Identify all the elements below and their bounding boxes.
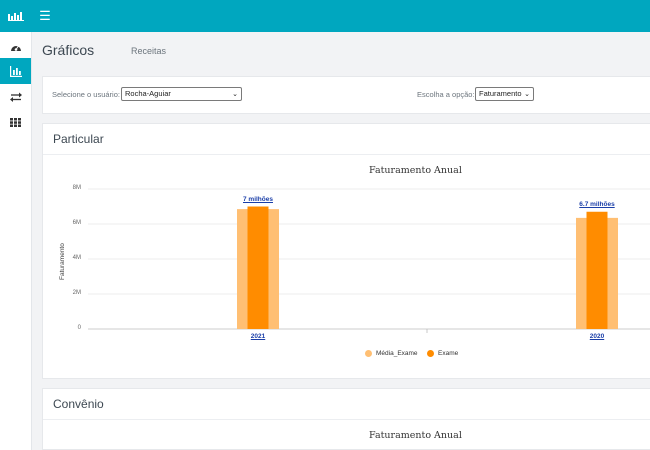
- data-label: 6.7 milhões: [579, 201, 615, 208]
- user-select-label: Selecione o usuário:: [52, 90, 120, 99]
- chevron-down-icon: ⌄: [524, 91, 530, 98]
- sidebar-item-charts[interactable]: [0, 58, 31, 84]
- user-select[interactable]: Rocha-Aguiar ⌄: [121, 87, 242, 101]
- option-select-label: Escolha a opção:: [417, 90, 475, 99]
- bar-chart-plot: [88, 188, 650, 333]
- top-bar: ☰: [0, 0, 650, 32]
- logo-icon: [8, 12, 24, 21]
- legend-swatch: [365, 350, 372, 357]
- option-select-value: Faturamento: [479, 89, 522, 98]
- chart-card-particular: Particular Faturamento Anual 8M 6M 4M 2M…: [42, 123, 650, 379]
- legend-label: Média_Exame: [376, 350, 418, 357]
- legend-item-exame[interactable]: Exame: [427, 350, 458, 357]
- app-logo[interactable]: [0, 0, 32, 32]
- bar-exame[interactable]: [586, 211, 608, 329]
- card-title: Convênio: [53, 397, 104, 411]
- page-title: Gráficos: [42, 42, 95, 58]
- hamburger-menu-icon[interactable]: ☰: [36, 6, 54, 26]
- legend-label: Exame: [438, 350, 459, 357]
- sidebar: [0, 32, 32, 450]
- page-subtitle: Receitas: [131, 46, 167, 56]
- filter-card: Selecione o usuário: Rocha-Aguiar ⌄ Esco…: [42, 76, 650, 114]
- data-label: 7 milhões: [243, 196, 273, 203]
- x-category-label[interactable]: 2021: [238, 333, 278, 340]
- bar-exame[interactable]: [247, 206, 269, 330]
- x-category-label[interactable]: 2020: [577, 333, 617, 340]
- bar-chart-icon: [9, 65, 22, 77]
- sidebar-item-apps[interactable]: [0, 109, 31, 135]
- page-header: Gráficos Receitas: [32, 32, 650, 68]
- grid-icon: [10, 117, 21, 127]
- chevron-down-icon: ⌄: [232, 91, 238, 98]
- sidebar-item-dashboard[interactable]: [0, 34, 31, 60]
- dashboard-icon: [10, 45, 21, 51]
- user-select-value: Rocha-Aguiar: [125, 89, 171, 98]
- chart-card-convenio: Convênio Faturamento Anual: [42, 388, 650, 450]
- legend-swatch: [427, 350, 434, 357]
- chart-title: Faturamento Anual: [369, 430, 462, 441]
- card-divider: [43, 419, 650, 420]
- legend-item-media-exame[interactable]: Média_Exame: [365, 350, 418, 357]
- sidebar-item-transfers[interactable]: [0, 84, 31, 110]
- option-select[interactable]: Faturamento ⌄: [475, 87, 534, 101]
- transfer-icon: [9, 92, 22, 102]
